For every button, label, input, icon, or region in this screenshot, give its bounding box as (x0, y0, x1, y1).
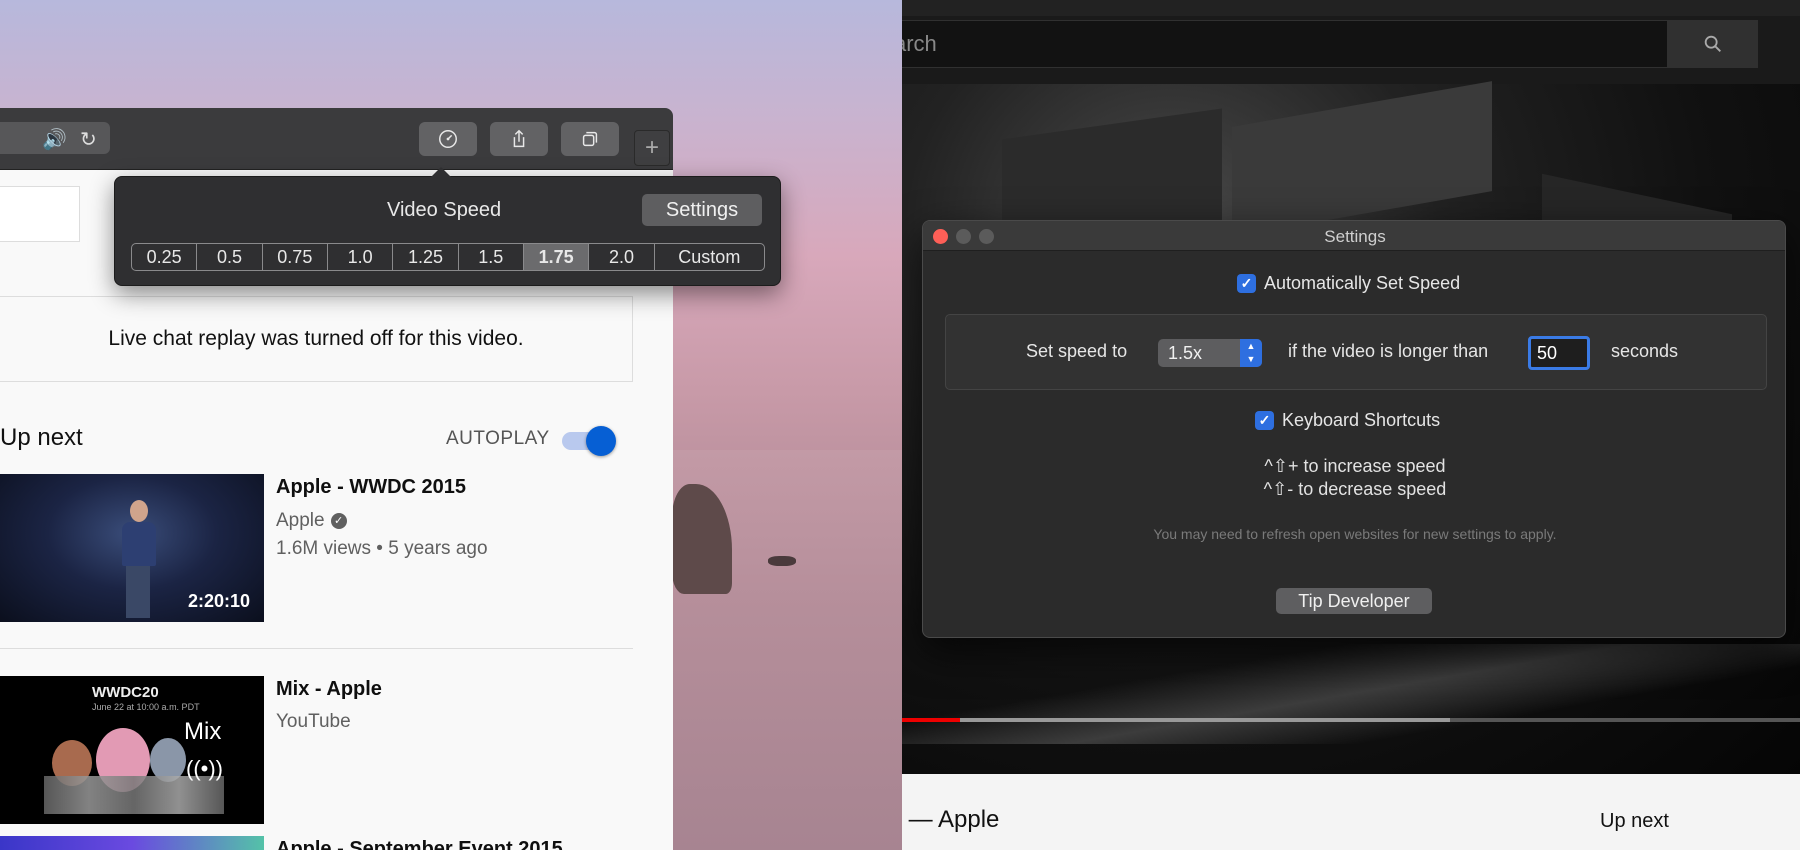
longer-than-label: if the video is longer than (1288, 341, 1489, 361)
channel-name[interactable]: YouTube (276, 711, 351, 733)
auto-set-speed-checkbox[interactable]: ✓ Automatically Set Speed (1237, 273, 1460, 294)
wwdc-date-text: June 22 at 10:00 a.m. PDT (92, 702, 200, 712)
refresh-note: You may need to refresh open websites fo… (1153, 526, 1557, 542)
list-divider (0, 648, 633, 649)
speed-option[interactable]: 0.75 (263, 244, 328, 270)
video-thumbnail[interactable]: 2:20:10 (0, 474, 264, 622)
youtube-header: arch (902, 0, 1800, 84)
mix-thumbnail[interactable]: WWDC20 June 22 at 10:00 a.m. PDT Mix ((•… (0, 676, 264, 824)
address-bar[interactable]: 🔊 ↻ (0, 122, 110, 154)
video-meta: 1.6M views • 5 years ago (276, 538, 488, 559)
checkmark-icon: ✓ (1255, 411, 1274, 430)
window-titlebar[interactable]: Settings (923, 221, 1785, 251)
mix-label: Mix (184, 718, 222, 745)
keyboard-shortcuts-checkbox[interactable]: ✓ Keyboard Shortcuts (1255, 410, 1440, 431)
video-title[interactable]: Apple - September Event 2015 (276, 838, 563, 850)
tabs-icon (582, 131, 598, 147)
auto-speed-rule-group: Set speed to 1.5x ▲ ▼ if the video is lon… (945, 314, 1767, 390)
right-browser-view: arch r — Apple Up next Settings (902, 0, 1800, 850)
video-thumbnail[interactable] (0, 836, 264, 850)
broadcast-icon: ((•)) (186, 756, 224, 781)
autoplay-toggle[interactable] (562, 426, 618, 456)
seconds-input[interactable]: 50 (1528, 336, 1590, 370)
speed-option[interactable]: 1.5 (459, 244, 524, 270)
speedometer-icon (439, 130, 457, 148)
speed-option[interactable]: 1.25 (393, 244, 459, 270)
up-next-heading: Up next (0, 424, 83, 451)
speed-option[interactable]: 0.5 (197, 244, 263, 270)
seconds-label: seconds (1611, 341, 1679, 361)
screen: 🔊 ↻ + Live chat replay was turned off fo… (0, 0, 1800, 850)
share-icon (513, 129, 525, 148)
autoplay-label: AUTOPLAY (446, 428, 550, 449)
chat-notice-text: Live chat replay was turned off for this… (108, 327, 524, 350)
progress-buffered (960, 718, 1450, 722)
increase-shortcut-hint: ^⇧+ to increase speed (1264, 456, 1446, 476)
reload-icon[interactable]: ↻ (80, 127, 97, 152)
speed-option[interactable]: 0.25 (132, 244, 198, 270)
set-speed-label: Set speed to (1026, 341, 1128, 361)
channel-name[interactable]: Apple ✓ (276, 510, 347, 532)
popover-arrow (431, 167, 451, 177)
youtube-search-button[interactable] (1668, 20, 1758, 68)
settings-window: Settings ✓ Automatically Set Speed Set s… (922, 220, 1786, 638)
progress-played (902, 718, 960, 722)
search-icon (1704, 35, 1721, 52)
verified-check-icon: ✓ (330, 512, 347, 529)
youtube-search-field[interactable] (0, 186, 80, 242)
speed-segmented-control: 0.25 0.5 0.75 1.0 1.25 1.5 1.75 2.0 Custom (131, 243, 765, 271)
wwdc-logo-text: WWDC20 (92, 684, 159, 701)
popover-title: Video Speed (387, 199, 502, 221)
settings-button[interactable]: Settings (642, 194, 762, 226)
speed-option[interactable]: 1.75 (523, 244, 590, 270)
video-speed-extension-button[interactable] (419, 122, 477, 156)
speed-select[interactable]: 1.5x ▲ ▼ (1158, 339, 1262, 367)
speed-option[interactable]: Custom (655, 244, 764, 270)
toggle-knob (586, 426, 616, 456)
speed-option[interactable]: 2.0 (589, 244, 655, 270)
wallpaper-rock-small (768, 556, 796, 566)
presenter-figure (118, 500, 158, 618)
video-title[interactable]: Mix - Apple (276, 678, 382, 701)
video-progress-bar[interactable] (902, 718, 1800, 722)
video-title-fragment: r — Apple (902, 806, 1000, 833)
window-title: Settings (1324, 227, 1386, 246)
live-chat-notice: Live chat replay was turned off for this… (0, 296, 633, 382)
checkmark-icon: ✓ (1237, 274, 1256, 293)
youtube-search-input[interactable]: arch (902, 20, 1668, 68)
tip-developer-button[interactable]: Tip Developer (1276, 588, 1432, 614)
duration-badge: 2:20:10 (187, 591, 250, 611)
below-player-area: r — Apple Up next (902, 774, 1800, 850)
safari-toolbar: 🔊 ↻ + (0, 108, 673, 170)
speaker-icon[interactable]: 🔊 (42, 127, 67, 152)
tab-overview-button[interactable] (561, 122, 619, 156)
video-speed-popover: Video Speed Settings 0.25 0.5 0.75 1.0 1.25 1… (114, 167, 781, 286)
plus-icon: + (644, 134, 659, 161)
share-button[interactable] (490, 122, 548, 156)
video-title[interactable]: Apple - WWDC 2015 (276, 476, 466, 499)
decrease-shortcut-hint: ^⇧- to decrease speed (1263, 479, 1447, 499)
new-tab-button[interactable]: + (634, 130, 670, 166)
stepper-arrows-icon: ▲ ▼ (1240, 339, 1262, 367)
up-next-heading: Up next (1600, 810, 1669, 832)
desktop-wallpaper: 🔊 ↻ + Live chat replay was turned off fo… (0, 0, 902, 850)
speed-option[interactable]: 1.0 (328, 244, 394, 270)
